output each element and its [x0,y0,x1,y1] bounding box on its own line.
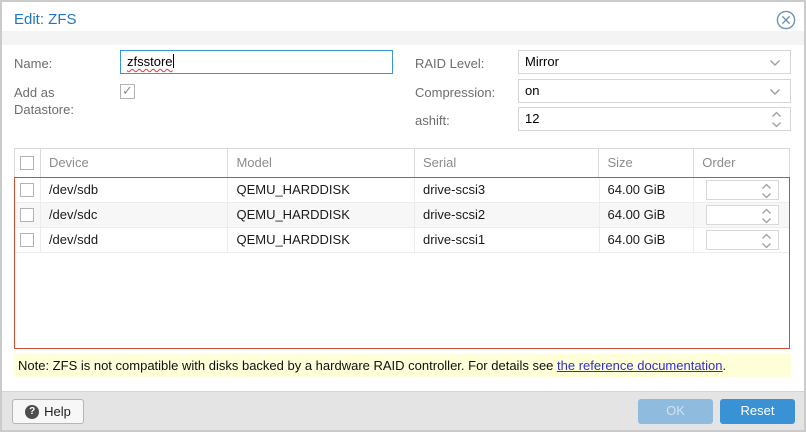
chevron-up-icon [771,111,782,118]
select-all-checkbox[interactable] [20,156,34,170]
device-table-body: /dev/sdb QEMU_HARDDISK drive-scsi3 64.00… [14,177,790,349]
device-cell: /dev/sdc [41,203,229,227]
device-cell: /dev/sdb [41,178,229,202]
chevron-down-icon [761,217,772,224]
reference-documentation-link[interactable]: the reference documentation [557,358,723,373]
name-input[interactable]: zfsstore [120,50,393,74]
serial-cell: drive-scsi1 [415,228,600,252]
header-divider-band [2,31,804,45]
order-spinner[interactable] [706,205,779,225]
row-checkbox[interactable] [20,208,34,222]
compression-select[interactable]: on [518,79,791,103]
compression-value: on [525,83,539,98]
order-spinner[interactable] [706,230,779,250]
close-icon[interactable] [776,10,796,30]
column-header-serial[interactable]: Serial [415,149,600,177]
chevron-down-icon [771,121,782,128]
size-cell: 64.00 GiB [600,203,695,227]
column-header-device[interactable]: Device [41,149,229,177]
row-checkbox[interactable] [20,233,34,247]
column-header-model[interactable]: Model [228,149,415,177]
chevron-up-icon [761,233,772,240]
device-cell: /dev/sdd [41,228,229,252]
raid-level-label: RAID Level: [415,55,484,72]
dialog-title: Edit: ZFS [14,11,77,28]
compression-label: Compression: [415,84,495,101]
ashift-spinner[interactable]: 12 [518,107,791,131]
help-button-label: Help [44,400,71,424]
zfs-note: Note: ZFS is not compatible with disks b… [13,354,791,377]
serial-cell: drive-scsi2 [415,203,600,227]
raid-level-select[interactable]: Mirror [518,50,791,74]
chevron-down-icon[interactable] [769,59,781,67]
spinner-arrows[interactable] [761,183,772,199]
ok-button[interactable]: OK [638,399,713,424]
table-row[interactable]: /dev/sdc QEMU_HARDDISK drive-scsi2 64.00… [15,203,789,228]
ashift-value: 12 [525,111,539,126]
reset-button[interactable]: Reset [720,399,795,424]
edit-zfs-dialog: Edit: ZFS Name: zfsstore Add as Datastor… [0,0,806,432]
size-cell: 64.00 GiB [600,228,695,252]
disk-table: Device Model Serial Size Order /dev/sdb … [14,148,790,349]
model-cell: QEMU_HARDDISK [228,228,415,252]
ashift-label: ashift: [415,112,450,129]
note-text: Note: ZFS is not compatible with disks b… [18,358,557,373]
question-mark-icon: ? [25,405,39,419]
row-checkbox[interactable] [20,183,34,197]
add-as-datastore-label: Add as Datastore: [14,84,100,118]
size-cell: 64.00 GiB [600,178,695,202]
table-row[interactable]: /dev/sdd QEMU_HARDDISK drive-scsi1 64.00… [15,228,789,253]
serial-cell: drive-scsi3 [415,178,600,202]
dialog-footer: ? Help OK Reset [2,391,804,430]
spinner-arrows[interactable] [761,208,772,224]
chevron-down-icon[interactable] [769,88,781,96]
datastore-checkbox[interactable] [120,84,135,99]
model-cell: QEMU_HARDDISK [228,203,415,227]
text-cursor [173,54,174,68]
column-header-size[interactable]: Size [599,149,694,177]
column-header-order[interactable]: Order [694,149,789,177]
chevron-down-icon [761,192,772,199]
chevron-down-icon [761,242,772,249]
name-label: Name: [14,55,52,72]
disk-table-header: Device Model Serial Size Order [14,148,790,177]
model-cell: QEMU_HARDDISK [228,178,415,202]
chevron-up-icon [761,183,772,190]
dialog-titlebar: Edit: ZFS [2,2,804,31]
name-input-value: zfsstore [127,54,173,69]
help-button[interactable]: ? Help [12,399,84,424]
spinner-arrows[interactable] [771,111,782,128]
raid-level-value: Mirror [525,54,559,69]
spinner-arrows[interactable] [761,233,772,249]
order-spinner[interactable] [706,180,779,200]
table-row[interactable]: /dev/sdb QEMU_HARDDISK drive-scsi3 64.00… [15,178,789,203]
note-text-end: . [723,358,727,373]
chevron-up-icon [761,208,772,215]
